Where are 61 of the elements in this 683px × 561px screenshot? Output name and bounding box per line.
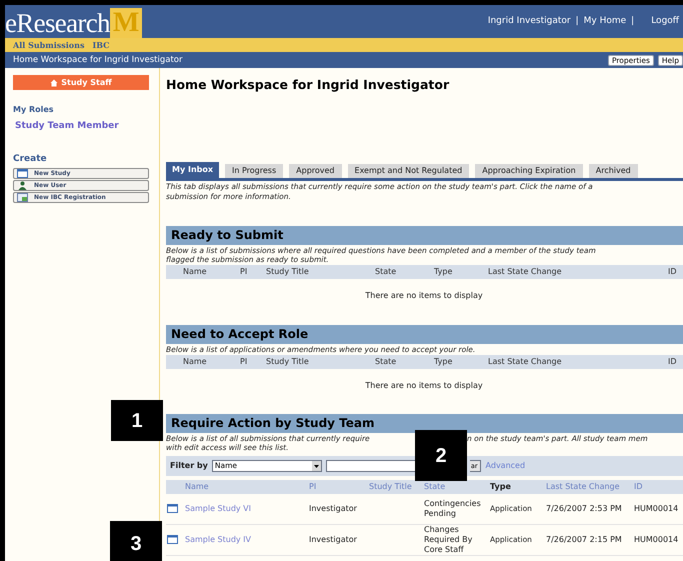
column-header: Study Title xyxy=(266,266,310,278)
column-header: State xyxy=(375,356,398,368)
column-header: PI xyxy=(240,356,248,368)
tab[interactable]: My Inbox xyxy=(166,162,220,178)
filter-label: Filter by xyxy=(170,460,208,472)
column-header: Last State Change xyxy=(488,356,563,368)
table-cell: 7/26/2007 2:53 PM xyxy=(546,504,622,513)
tab[interactable]: Approved xyxy=(289,164,342,178)
menu-link[interactable]: All Submissions xyxy=(13,39,84,51)
callout-number: 2 xyxy=(415,430,467,481)
logo-mark: M xyxy=(110,8,142,38)
separator: | xyxy=(631,14,634,28)
empty-message: There are no items to display xyxy=(365,380,483,392)
separator: | xyxy=(576,14,579,28)
nav-link[interactable]: My Home xyxy=(584,14,626,28)
column-header: Name xyxy=(182,356,208,368)
menu-link[interactable]: IBC xyxy=(92,39,110,51)
column-header: PI xyxy=(240,266,248,278)
logo-text: eResearch xyxy=(5,8,110,38)
table-cell: HUM00014 xyxy=(634,504,678,513)
table-cell: HUM00014 xyxy=(634,534,678,544)
section-header: Require Action by Study Team xyxy=(166,414,683,433)
table-cell: 7/26/2007 2:15 PM xyxy=(546,534,622,544)
study-link[interactable]: Sample Study IV xyxy=(185,534,252,544)
table-cell: Changes Required By Core Staff xyxy=(424,524,472,554)
tab[interactable]: In Progress xyxy=(225,164,284,178)
column-header: Name xyxy=(182,266,208,278)
column-header: Type xyxy=(434,356,454,368)
column-header: ID xyxy=(668,356,678,368)
tab[interactable]: Approaching Expiration xyxy=(475,164,583,178)
table-cell: Investigator xyxy=(309,534,357,544)
window-icon xyxy=(167,504,178,514)
callout-number: 3 xyxy=(110,521,162,561)
workspace-path: Home Workspace for Ingrid Investigator xyxy=(13,54,183,66)
column-header: Type xyxy=(490,480,511,493)
study-link[interactable]: Sample Study VI xyxy=(185,504,252,513)
tab[interactable]: Exempt and Not Regulated xyxy=(348,164,470,178)
nav-link[interactable]: Logoff xyxy=(651,14,679,28)
nav-link[interactable]: Ingrid Investigator xyxy=(488,14,571,28)
column-header: Type xyxy=(434,266,454,278)
tab[interactable]: Archived xyxy=(588,164,638,178)
page-title: Home Workspace for Ingrid Investigator xyxy=(166,76,450,94)
callout-number: 1 xyxy=(111,400,163,441)
section-header: Ready to Submit xyxy=(166,226,683,245)
filter-input[interactable] xyxy=(326,460,416,472)
table-cell: Investigator xyxy=(309,504,357,513)
column-header: Study Title xyxy=(266,356,310,368)
column-header: ID xyxy=(668,266,678,278)
empty-message: There are no items to display xyxy=(365,290,483,302)
table-cell: Contingencies Pending xyxy=(424,498,481,518)
column-header: State xyxy=(375,266,398,278)
house-icon xyxy=(50,78,58,86)
person-icon xyxy=(17,181,28,190)
form-icon xyxy=(17,193,28,202)
window-icon xyxy=(167,535,178,544)
sidebar-heading: My Roles xyxy=(13,104,55,116)
section-header: Need to Accept Role xyxy=(166,324,683,344)
sidebar-heading: Create xyxy=(13,152,48,166)
window-icon xyxy=(17,169,28,178)
role-link[interactable]: Study Team Member xyxy=(15,120,156,134)
column-header: Last State Change xyxy=(488,266,563,278)
